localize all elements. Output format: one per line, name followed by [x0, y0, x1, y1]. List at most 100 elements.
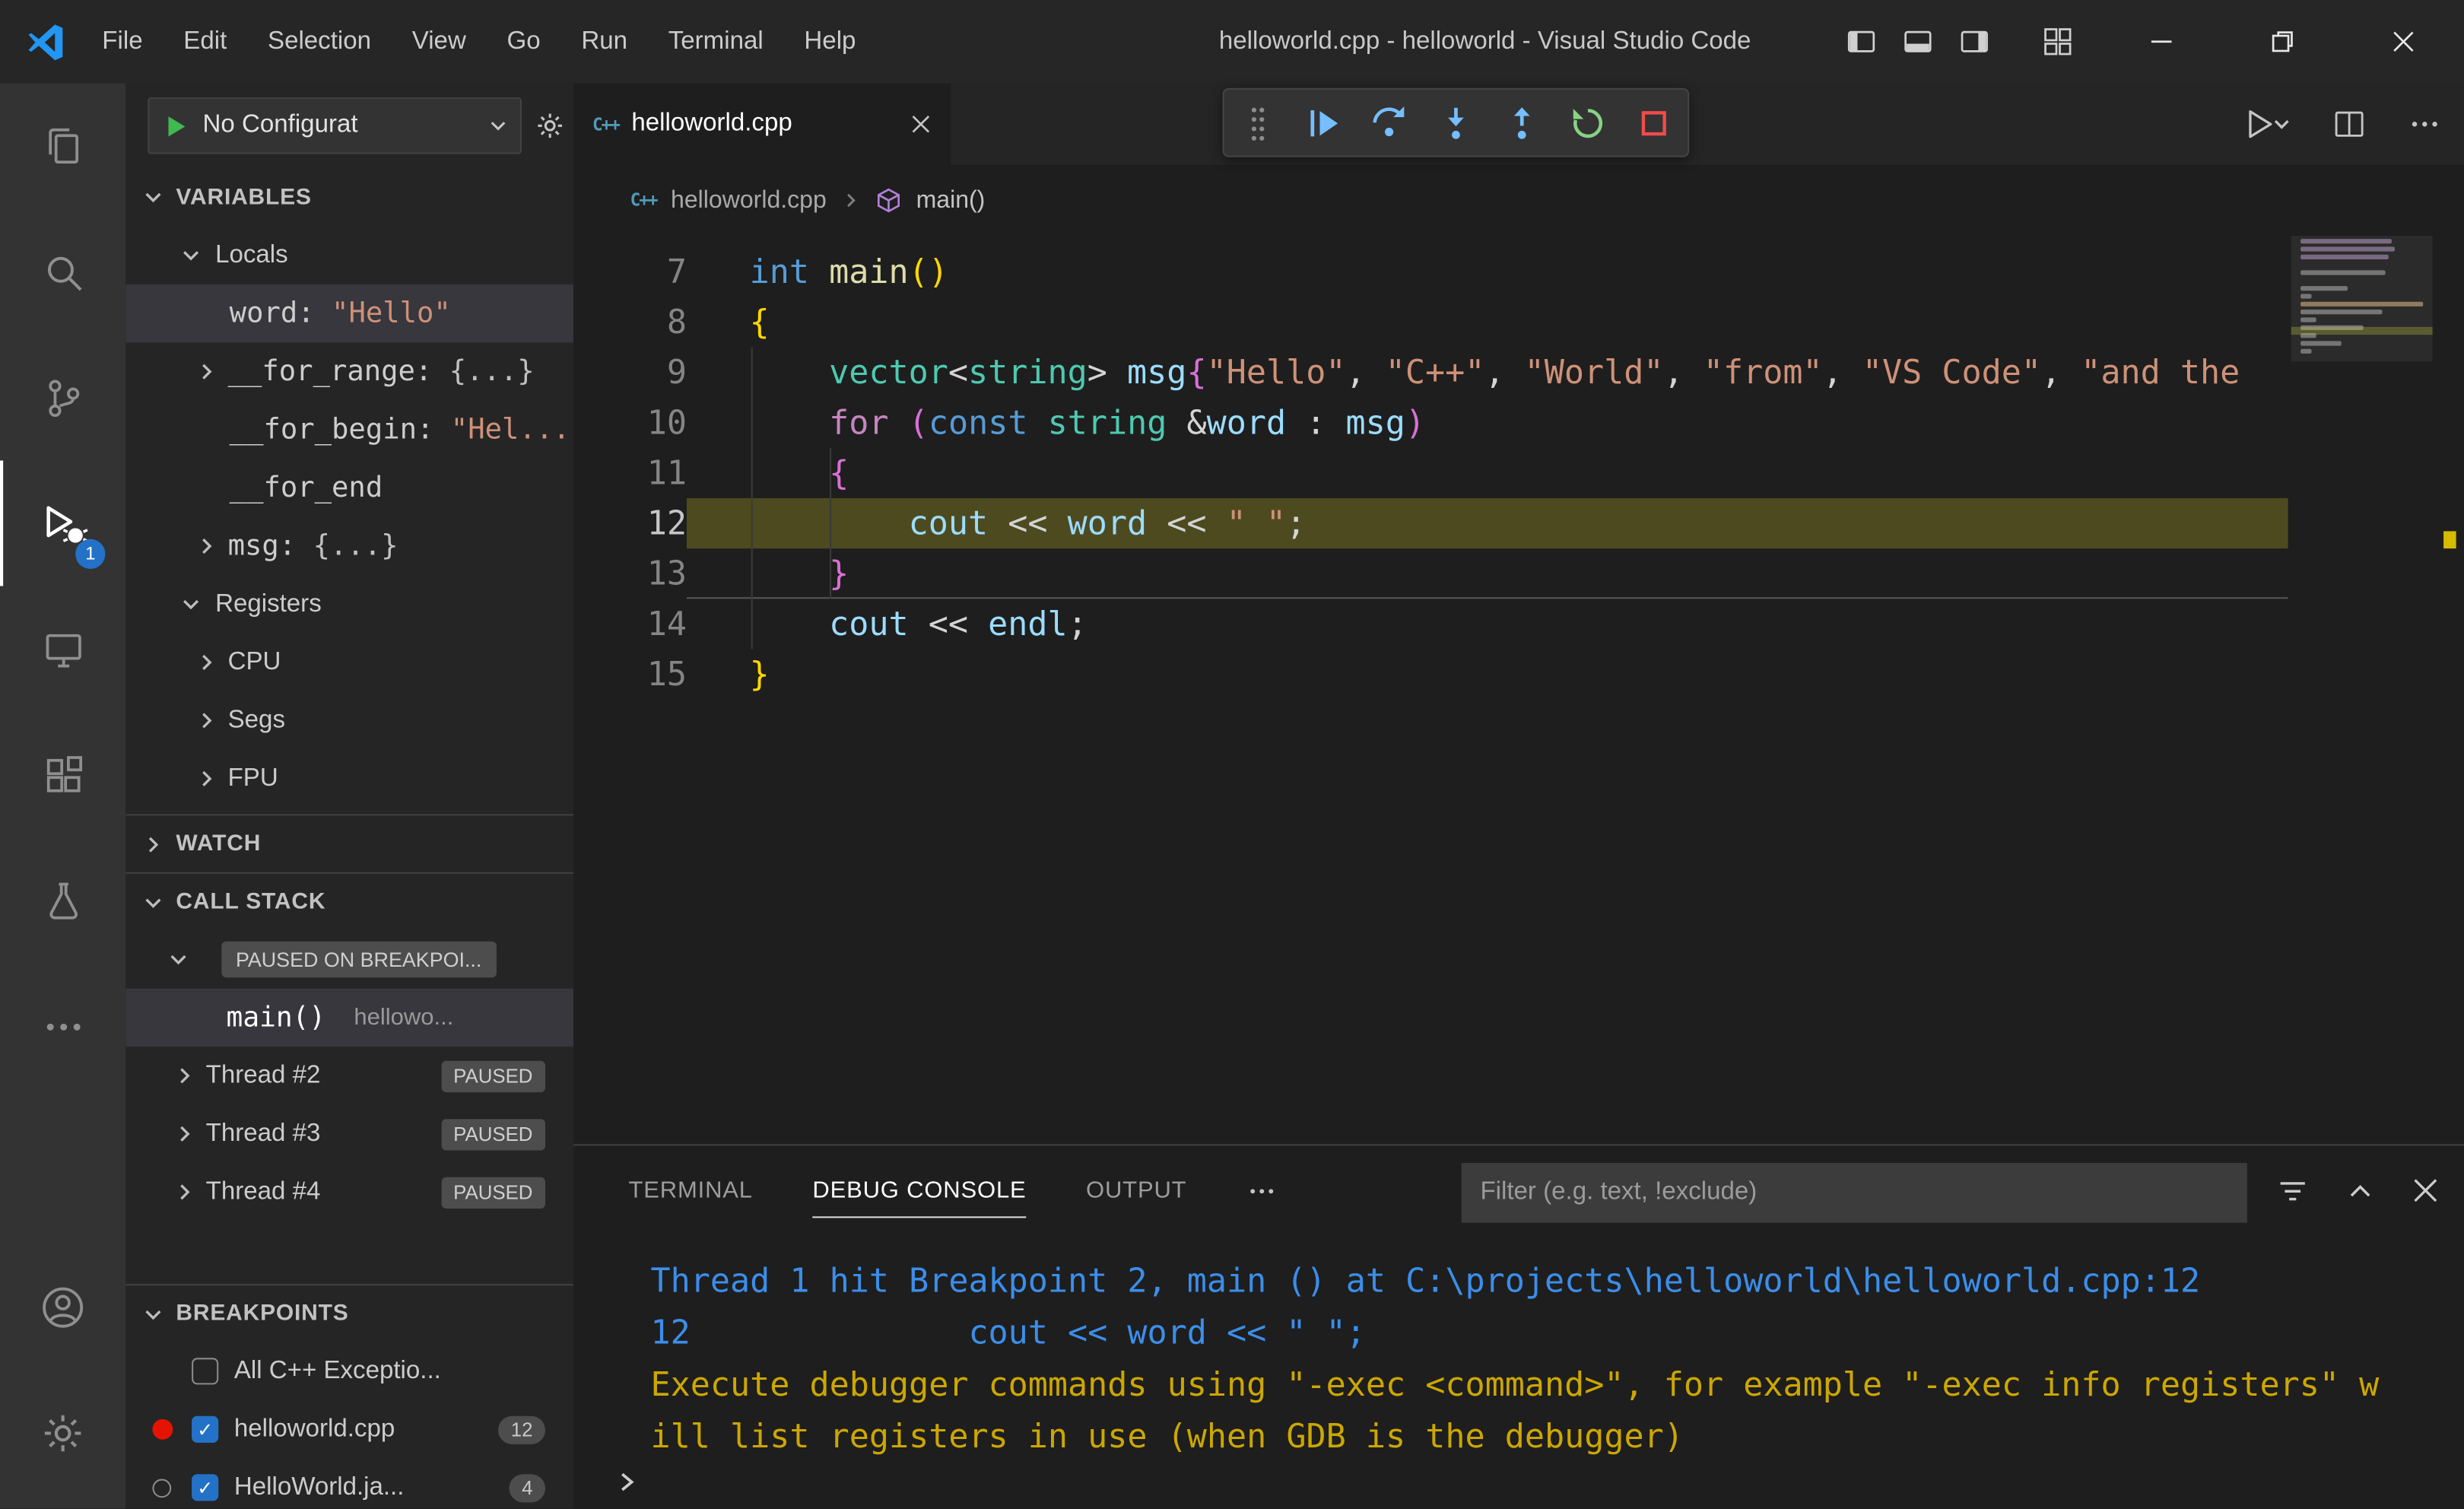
- variable-for-range[interactable]: __for_range: {...}: [125, 342, 573, 400]
- tab-output[interactable]: OUTPUT: [1086, 1145, 1186, 1235]
- sidebar-item-extensions[interactable]: [0, 712, 125, 837]
- breakpoint-checkbox[interactable]: [192, 1474, 219, 1501]
- sidebar-item-search[interactable]: [0, 209, 125, 335]
- toggle-secondary-sidebar-icon[interactable]: [1945, 0, 2002, 84]
- sidebar-item-explorer[interactable]: [0, 84, 125, 209]
- register-cpu[interactable]: CPU: [125, 634, 573, 691]
- breakpoints-section-header[interactable]: BREAKPOINTS: [125, 1284, 574, 1342]
- line-number[interactable]: 8: [573, 297, 687, 348]
- code-text[interactable]: cout << endl;: [687, 599, 2288, 649]
- debug-session-row[interactable]: PAUSED ON BREAKPOI...: [125, 930, 573, 988]
- more-views-icon[interactable]: [0, 964, 125, 1089]
- stop-button[interactable]: [1627, 96, 1681, 149]
- minimap[interactable]: [2291, 235, 2433, 1144]
- tab-helloworld-cpp[interactable]: C++ helloworld.cpp: [573, 83, 951, 165]
- restart-button[interactable]: [1561, 96, 1615, 149]
- variable-for-end[interactable]: __for_end: [125, 459, 573, 516]
- code-text[interactable]: {: [687, 297, 2288, 348]
- menu-terminal[interactable]: Terminal: [648, 0, 784, 84]
- console-filter-input[interactable]: [1461, 1163, 2247, 1223]
- run-or-debug-button[interactable]: [2244, 107, 2291, 141]
- variable-word[interactable]: word: "Hello": [125, 284, 574, 343]
- tab-terminal[interactable]: TERMINAL: [629, 1145, 753, 1235]
- step-into-button[interactable]: [1429, 96, 1482, 149]
- console-line: Execute debugger commands using "-exec <…: [650, 1365, 2380, 1404]
- breakpoint-all-cpp-exceptions[interactable]: All C++ Exceptio...: [125, 1342, 573, 1400]
- thread-2-row[interactable]: Thread #2 PAUSED: [125, 1047, 573, 1104]
- filter-lines-icon[interactable]: [2277, 1175, 2308, 1206]
- code-text[interactable]: vector<string> msg{"Hello", "C++", "Worl…: [687, 348, 2288, 398]
- debug-config-row: No Configurat: [125, 84, 573, 169]
- thread-4-row[interactable]: Thread #4 PAUSED: [125, 1163, 573, 1221]
- close-window-button[interactable]: [2343, 0, 2464, 84]
- locals-tree-item[interactable]: Locals: [125, 227, 573, 284]
- line-number[interactable]: 7: [573, 246, 687, 297]
- toolbar-drag-handle[interactable]: [1230, 96, 1284, 149]
- menu-edit[interactable]: Edit: [163, 0, 247, 84]
- line-number[interactable]: 13: [573, 548, 687, 599]
- gear-icon[interactable]: [535, 110, 566, 141]
- toggle-panel-icon[interactable]: [1889, 0, 1945, 84]
- menu-file[interactable]: File: [81, 0, 163, 84]
- menu-go[interactable]: Go: [487, 0, 561, 84]
- call-stack-section-header[interactable]: CALL STACK: [125, 872, 574, 930]
- menu-selection[interactable]: Selection: [247, 0, 392, 84]
- code-text[interactable]: int main(): [687, 246, 2288, 297]
- code-editor[interactable]: 7 int main() 8 { 9 vector<string> msg{"H…: [573, 235, 2464, 1145]
- line-number[interactable]: 10: [573, 398, 687, 448]
- close-panel-icon[interactable]: [2412, 1177, 2439, 1204]
- breadcrumb-file[interactable]: helloworld.cpp: [671, 186, 827, 214]
- code-text[interactable]: cout << word << " ";: [686, 498, 2288, 549]
- variables-section-header[interactable]: VARIABLES: [125, 168, 573, 226]
- step-over-button[interactable]: [1363, 96, 1416, 149]
- settings-gear-button[interactable]: [0, 1371, 125, 1496]
- tab-debug-console[interactable]: DEBUG CONSOLE: [812, 1145, 1027, 1235]
- stack-frame-main[interactable]: main() hellowo...: [125, 988, 574, 1047]
- register-segs[interactable]: Segs: [125, 691, 573, 749]
- split-editor-button[interactable]: [2332, 107, 2366, 141]
- close-tab-icon[interactable]: [910, 113, 932, 135]
- console-prompt[interactable]: [614, 1469, 640, 1495]
- register-fpu[interactable]: FPU: [125, 750, 573, 808]
- breakpoint-helloworld-java[interactable]: HelloWorld.ja... 4: [125, 1459, 573, 1509]
- debug-config-dropdown[interactable]: No Configurat: [148, 97, 522, 154]
- menu-help[interactable]: Help: [784, 0, 877, 84]
- code-text[interactable]: {: [687, 448, 2288, 498]
- chevron-down-icon: [183, 251, 199, 261]
- code-text[interactable]: }: [687, 649, 2288, 699]
- variable-for-begin[interactable]: __for_begin: "Hel...: [125, 401, 573, 459]
- sidebar-item-testing[interactable]: [0, 837, 125, 963]
- minimap-slider[interactable]: [2291, 235, 2433, 362]
- line-number[interactable]: 12: [573, 498, 687, 548]
- breakpoint-checkbox[interactable]: [192, 1415, 219, 1443]
- code-text[interactable]: for (const string &word : msg): [687, 398, 2288, 448]
- code-text[interactable]: }: [686, 548, 2288, 599]
- toggle-primary-sidebar-icon[interactable]: [1832, 0, 1888, 84]
- variable-msg[interactable]: msg: {...}: [125, 517, 573, 575]
- thread-3-row[interactable]: Thread #3 PAUSED: [125, 1105, 573, 1163]
- more-panel-tabs-icon[interactable]: [1246, 1175, 1278, 1206]
- step-out-button[interactable]: [1495, 96, 1548, 149]
- breakpoint-helloworld-cpp[interactable]: helloworld.cpp 12: [125, 1400, 573, 1458]
- line-number[interactable]: 15: [573, 649, 687, 699]
- sidebar-item-source-control[interactable]: [0, 335, 125, 460]
- gripper-icon: [1250, 107, 1264, 141]
- menu-run[interactable]: Run: [561, 0, 648, 84]
- more-actions-button[interactable]: [2408, 107, 2442, 141]
- sidebar-item-run-and-debug[interactable]: 1: [0, 460, 125, 586]
- continue-button[interactable]: [1297, 96, 1350, 149]
- breakpoint-checkbox[interactable]: [192, 1358, 219, 1385]
- registers-tree-item[interactable]: Registers: [125, 575, 573, 633]
- restore-button[interactable]: [2222, 0, 2343, 84]
- account-icon-button[interactable]: [0, 1245, 125, 1371]
- watch-section-header[interactable]: WATCH: [125, 814, 574, 872]
- line-number[interactable]: 11: [573, 448, 687, 498]
- customize-layout-icon[interactable]: [2029, 0, 2085, 84]
- minimize-button[interactable]: [2101, 0, 2222, 84]
- maximize-panel-icon[interactable]: [2346, 1177, 2374, 1205]
- line-number[interactable]: 14: [573, 599, 687, 649]
- sidebar-item-remote-explorer[interactable]: [0, 586, 125, 712]
- breadcrumb-symbol[interactable]: main(): [916, 186, 986, 214]
- menu-view[interactable]: View: [392, 0, 487, 84]
- line-number[interactable]: 9: [573, 348, 687, 398]
